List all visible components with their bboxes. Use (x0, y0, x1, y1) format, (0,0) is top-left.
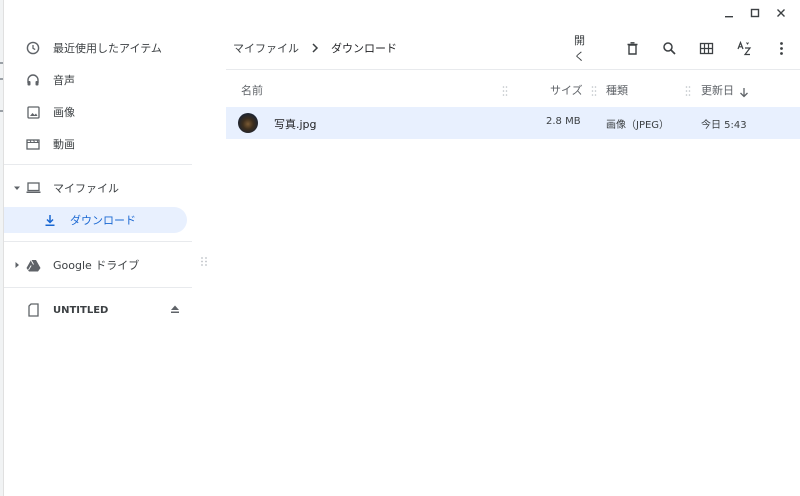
window-controls (716, 4, 794, 22)
sidebar-item-label: 画像 (53, 106, 75, 119)
video-icon (25, 136, 41, 152)
image-icon (25, 104, 41, 120)
maximize-button[interactable] (742, 4, 768, 22)
column-header-type[interactable]: 種類 (606, 82, 628, 98)
sort-descending-icon[interactable] (739, 83, 749, 98)
column-header-modified[interactable]: 更新日 (701, 82, 734, 98)
column-header-size[interactable]: サイズ (550, 82, 583, 98)
column-resize-handle[interactable] (502, 82, 508, 96)
column-resize-handle[interactable] (591, 82, 597, 96)
sort-az-icon (737, 40, 751, 55)
file-type: 画像（JPEG） (606, 120, 670, 131)
column-header-name[interactable]: 名前 (241, 82, 263, 98)
expand-arrow-icon[interactable] (12, 183, 22, 193)
chevron-right-icon (311, 43, 319, 53)
file-size: 2.8 MB (546, 116, 581, 127)
search-button[interactable] (651, 36, 688, 60)
edge-mark (0, 62, 3, 64)
clock-icon (25, 40, 41, 56)
close-icon (777, 9, 785, 17)
sidebar: 最近使用したアイテム 音声 画像 動画 マイファイル ダウンロード Google… (4, 32, 192, 326)
toolbar: 開く (568, 34, 800, 63)
minimize-icon (725, 16, 733, 18)
minimize-button[interactable] (716, 4, 742, 22)
expand-arrow-icon[interactable] (12, 260, 22, 270)
file-thumbnail (238, 113, 258, 133)
drive-icon (25, 257, 41, 273)
column-resize-handle[interactable] (685, 82, 691, 96)
more-icon (779, 41, 783, 55)
sidebar-item-audio[interactable]: 音声 (4, 64, 192, 96)
sidebar-item-label: ダウンロード (70, 214, 136, 227)
header-divider (226, 69, 800, 70)
close-button[interactable] (768, 4, 794, 22)
sidebar-item-google-drive[interactable]: Google ドライブ (4, 249, 192, 281)
headphones-icon (25, 72, 41, 88)
breadcrumb-item-current[interactable]: ダウンロード (331, 40, 397, 56)
sidebar-item-videos[interactable]: 動画 (4, 128, 192, 160)
search-icon (663, 41, 676, 55)
table-row[interactable]: 写真.jpg 2.8 MB 画像（JPEG） 今日 5:43 (226, 107, 800, 139)
download-icon (42, 212, 58, 228)
sidebar-item-label: 動画 (53, 138, 75, 151)
sidebar-resize-handle[interactable] (200, 255, 208, 269)
sidebar-item-label: マイファイル (53, 182, 119, 195)
delete-button[interactable] (614, 36, 651, 60)
sidebar-item-label: 最近使用したアイテム (53, 42, 162, 55)
sidebar-item-label: 音声 (53, 74, 75, 87)
open-button[interactable]: 開く (574, 32, 596, 64)
breadcrumb: マイファイル ダウンロード (233, 40, 397, 56)
laptop-icon (25, 180, 41, 196)
sidebar-item-recent[interactable]: 最近使用したアイテム (4, 32, 192, 64)
sidebar-item-images[interactable]: 画像 (4, 96, 192, 128)
grid-view-button[interactable] (688, 36, 725, 60)
more-button[interactable] (763, 36, 800, 60)
edge-mark (0, 78, 3, 80)
sort-button[interactable] (725, 36, 762, 60)
breadcrumb-item-my-files[interactable]: マイファイル (233, 40, 299, 56)
maximize-icon (750, 8, 760, 18)
eject-icon[interactable] (169, 303, 181, 315)
sidebar-item-downloads[interactable]: ダウンロード (4, 207, 187, 233)
edge-mark (0, 110, 3, 112)
delete-icon (627, 41, 638, 55)
sidebar-item-label: Google ドライブ (53, 259, 140, 272)
sidebar-item-label: UNTITLED (53, 304, 109, 316)
grid-view-icon (700, 42, 714, 54)
sidebar-item-usb[interactable]: UNTITLED (4, 294, 192, 326)
file-modified: 今日 5:43 (701, 120, 747, 131)
file-name: 写真.jpg (274, 118, 317, 131)
sidebar-item-my-files[interactable]: マイファイル (4, 172, 192, 204)
usb-icon (25, 302, 41, 318)
